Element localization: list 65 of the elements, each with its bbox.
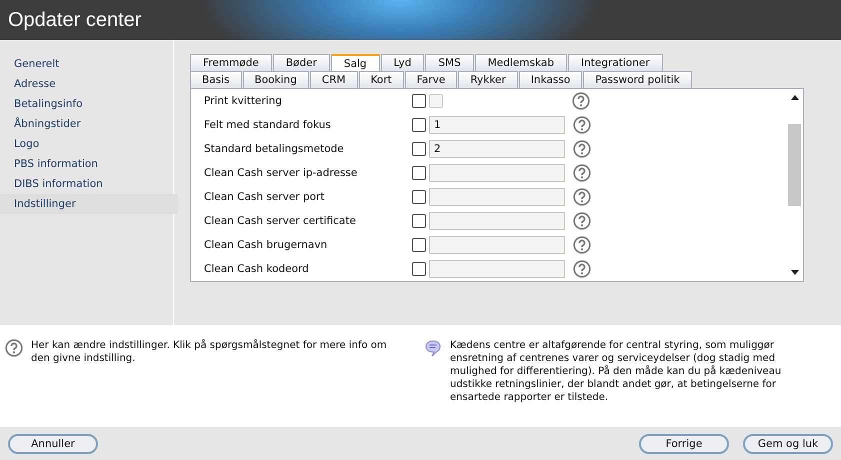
scroll-thumb[interactable] xyxy=(788,124,801,206)
sidebar-item[interactable]: Åbningstider xyxy=(0,114,178,134)
help-icon[interactable] xyxy=(573,212,591,230)
help-icon[interactable] xyxy=(573,140,591,158)
sidebar-item[interactable]: Generelt xyxy=(0,54,178,74)
tab[interactable]: Inkasso xyxy=(518,71,582,88)
scroll-down-icon[interactable] xyxy=(790,270,798,275)
setting-label: Clean Cash server ip-adresse xyxy=(204,167,358,179)
description-text: Kædens centre er altafgørende for central styring, som muliggør ensretning af centrenes varer og serviceydelser (dog stadig med mulighed for differentiering). På den måde kan du på kædeniveau udstikke retningslinier, der blandt andet gør, at betingelserne for ensartede rapporter er tilstede. xyxy=(450,339,782,404)
tab[interactable]: Booking xyxy=(242,71,309,88)
input-field[interactable] xyxy=(429,212,565,230)
setting-label: Clean Cash brugernavn xyxy=(204,239,328,251)
help-icon xyxy=(5,339,23,357)
tab[interactable]: Medlemskab xyxy=(474,54,568,71)
setting-label: Felt med standard fokus xyxy=(204,119,332,131)
input-field[interactable] xyxy=(429,260,565,278)
tab[interactable]: CRM xyxy=(310,71,358,88)
sidebar-item[interactable]: Indstillinger xyxy=(0,194,178,214)
sidebar-item[interactable]: Adresse xyxy=(0,74,178,94)
setting-label: Print kvittering xyxy=(204,95,283,107)
setting-label: Clean Cash server port xyxy=(204,191,326,203)
checkbox[interactable] xyxy=(412,142,426,156)
sidebar-item[interactable]: Logo xyxy=(0,134,178,154)
tab[interactable]: Password politik xyxy=(583,71,692,88)
help-text: Her kan ændre indstillinger. Klik på spørgsmålstegnet for mere info om den givne indstilling. xyxy=(31,339,388,365)
window-title: Opdater center xyxy=(8,8,142,32)
tab[interactable]: SMS xyxy=(425,54,474,71)
help-icon[interactable] xyxy=(573,116,591,134)
input-field[interactable] xyxy=(429,236,565,254)
tab[interactable]: Kort xyxy=(358,71,404,88)
tab[interactable]: Basis xyxy=(190,71,242,88)
help-icon[interactable] xyxy=(573,260,591,278)
input-field[interactable]: 2 xyxy=(429,140,565,158)
tab[interactable]: Farve xyxy=(404,71,458,88)
cancel-button[interactable]: Annuller xyxy=(8,434,98,454)
sidebar-item[interactable]: Betalingsinfo xyxy=(0,94,178,114)
help-icon[interactable] xyxy=(573,164,591,182)
checkbox[interactable] xyxy=(412,214,426,228)
checkbox[interactable] xyxy=(412,238,426,252)
input-field[interactable]: 1 xyxy=(429,116,565,134)
help-icon[interactable] xyxy=(573,188,591,206)
input-field[interactable] xyxy=(429,188,565,206)
setting-label: Standard betalingsmetode xyxy=(204,143,345,155)
input-field[interactable] xyxy=(429,164,565,182)
help-icon[interactable] xyxy=(572,92,590,110)
help-icon[interactable] xyxy=(573,236,591,254)
setting-label: Clean Cash server certificate xyxy=(204,215,357,227)
previous-button[interactable]: Forrige xyxy=(639,434,729,454)
speech-bubble-icon xyxy=(424,339,442,357)
checkbox[interactable] xyxy=(412,166,426,180)
checkbox[interactable] xyxy=(412,118,426,132)
setting-label: Clean Cash kodeord xyxy=(204,263,310,275)
tab[interactable]: Fremmøde xyxy=(190,54,272,71)
sidebar-item[interactable]: PBS information xyxy=(0,154,178,174)
tab[interactable]: Lyd xyxy=(380,54,424,71)
checkbox[interactable] xyxy=(412,190,426,204)
tab[interactable]: Integrationer xyxy=(568,54,663,71)
checkbox[interactable] xyxy=(412,262,426,276)
tab[interactable]: Salg xyxy=(330,54,380,71)
save-button[interactable]: Gem og luk xyxy=(743,434,833,454)
scroll-up-icon[interactable] xyxy=(790,95,798,100)
tab[interactable]: Bøder xyxy=(272,54,330,71)
tab[interactable]: Rykker xyxy=(458,71,518,88)
checkbox[interactable] xyxy=(412,94,426,108)
sidebar-item[interactable]: DIBS information xyxy=(0,174,178,194)
